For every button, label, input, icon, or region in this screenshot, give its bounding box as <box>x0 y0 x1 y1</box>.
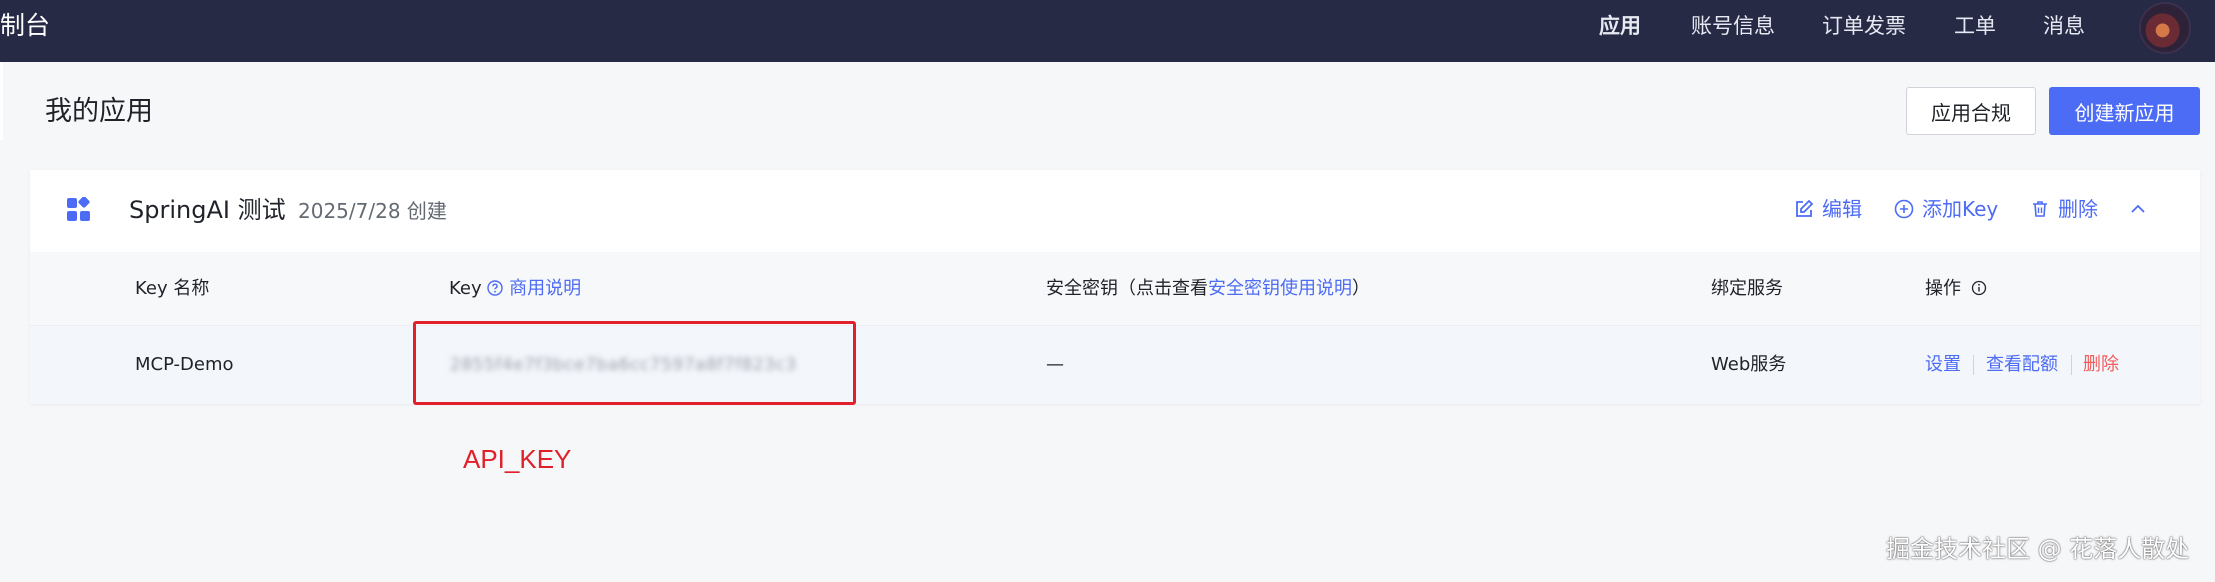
table-row <box>30 326 2200 404</box>
row-delete-link[interactable]: 删除 <box>2083 352 2119 378</box>
commercial-help-label: 商用说明 <box>509 278 582 299</box>
nav-item-account[interactable]: 账号信息 <box>1691 12 1775 40</box>
brand-title: 制台 <box>0 11 51 40</box>
avatar[interactable] <box>2139 2 2191 54</box>
row-key-name: MCP-Demo <box>135 354 234 375</box>
delete-label: 删除 <box>2058 197 2098 221</box>
create-app-button[interactable]: 创建新应用 <box>2049 87 2200 135</box>
edit-icon <box>1796 199 1814 217</box>
commercial-help-link[interactable]: 商用说明 <box>487 278 581 299</box>
highlight-box <box>413 321 856 405</box>
chevron-up-icon[interactable] <box>2127 198 2149 220</box>
nav-item-orders[interactable]: 订单发票 <box>1822 12 1906 40</box>
nav-item-tickets[interactable]: 工单 <box>1954 12 1996 40</box>
header-service: 绑定服务 <box>1711 278 1783 299</box>
header-ops: 操作 <box>1925 276 1987 302</box>
top-nav: 制台 应用 账号信息 订单发票 工单 消息 <box>0 0 2215 62</box>
header-ops-label: 操作 <box>1925 278 1961 299</box>
app-compliance-button[interactable]: 应用合规 <box>1906 87 2036 135</box>
row-service: Web服务 <box>1711 354 1787 375</box>
header-secret-label: 安全密钥（点击查看 <box>1046 278 1208 299</box>
header-key: Key 商用说明 <box>449 276 581 302</box>
plus-circle-icon <box>1894 199 1914 219</box>
add-key-button[interactable]: 添加Key <box>1894 194 1998 224</box>
secret-usage-link[interactable]: 安全密钥使用说明 <box>1208 278 1352 299</box>
page-title: 我的应用 <box>45 96 153 127</box>
nav-item-apps[interactable]: 应用 <box>1599 12 1641 40</box>
divider <box>2071 355 2072 375</box>
divider <box>1973 355 1974 375</box>
nav-item-messages[interactable]: 消息 <box>2043 12 2085 40</box>
trash-icon <box>2033 201 2047 217</box>
app-created-date: 2025/7/28 创建 <box>298 199 447 223</box>
delete-app-button[interactable]: 删除 <box>2030 194 2098 224</box>
header-key-label: Key <box>449 278 482 299</box>
header-secret-suffix: ） <box>1352 278 1370 299</box>
header-secret: 安全密钥（点击查看安全密钥使用说明） <box>1046 276 1370 302</box>
row-quota-link[interactable]: 查看配额 <box>1986 352 2058 378</box>
edit-app-button[interactable]: 编辑 <box>1794 194 1862 224</box>
app-grid-icon <box>67 197 90 221</box>
edit-label: 编辑 <box>1822 197 1862 221</box>
add-key-label: 添加Key <box>1922 197 1999 221</box>
question-circle-icon <box>487 280 504 296</box>
header-key-name: Key 名称 <box>135 278 210 299</box>
watermark: 掘金技术社区 @ 花落人散处 <box>1886 535 2190 563</box>
row-secret: — <box>1046 354 1064 375</box>
sidebar-edge <box>0 62 3 140</box>
app-name: SpringAI 测试 <box>129 196 286 224</box>
annotation-label: API_KEY <box>463 444 572 474</box>
info-icon[interactable] <box>1971 280 1987 296</box>
row-settings-link[interactable]: 设置 <box>1925 352 1961 378</box>
